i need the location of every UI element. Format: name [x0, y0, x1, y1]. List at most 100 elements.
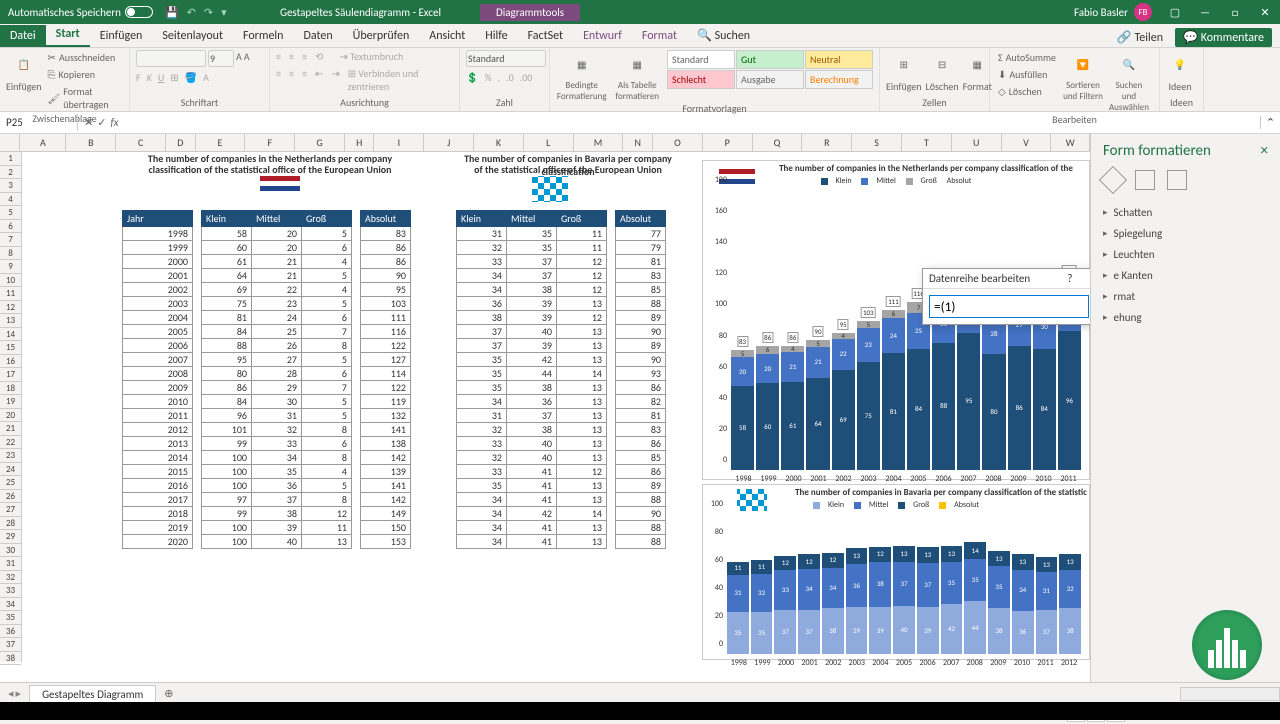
row-header[interactable]: 8 — [0, 247, 21, 261]
col-header[interactable]: Q — [753, 134, 803, 151]
find-icon[interactable]: 🔍 — [1115, 50, 1143, 78]
table-fmt-icon[interactable]: ▦ — [623, 50, 651, 78]
wrap-text-button[interactable]: ⇥ Textumbruch — [339, 50, 403, 63]
row-header[interactable]: 37 — [0, 638, 21, 652]
col-header[interactable]: K — [474, 134, 524, 151]
font-size[interactable] — [208, 50, 234, 67]
orientation-icon[interactable]: ⟲ — [315, 50, 323, 63]
sheet-tab-active[interactable]: Gestapeltes Diagramm — [29, 685, 156, 703]
size-props-icon[interactable] — [1167, 170, 1187, 190]
tab-view[interactable]: Ansicht — [419, 25, 475, 47]
pane-3dformat[interactable]: rmat — [1103, 286, 1268, 307]
conditional-fmt-icon[interactable]: ▦ — [568, 50, 596, 78]
row-header[interactable]: 17 — [0, 368, 21, 382]
row-header[interactable]: 35 — [0, 611, 21, 625]
pane-glow[interactable]: Leuchten — [1103, 244, 1268, 265]
table-bavaria[interactable]: KleinMittelGroßAbsolut313511773235117933… — [456, 210, 666, 549]
row-header[interactable]: 15 — [0, 341, 21, 355]
underline-icon[interactable]: U — [158, 71, 164, 84]
align-left-icon[interactable]: ≡ — [276, 67, 281, 93]
row-header[interactable]: 4 — [0, 193, 21, 207]
series-range-input[interactable] — [929, 295, 1089, 318]
tab-review[interactable]: Überprüfen — [343, 25, 420, 47]
row-header[interactable]: 6 — [0, 220, 21, 234]
row-header[interactable]: 2 — [0, 166, 21, 180]
col-header[interactable]: D — [166, 134, 196, 151]
col-header[interactable]: T — [902, 134, 952, 151]
autosum-button[interactable]: ΣAutoSumme — [996, 50, 1058, 65]
chart-bavaria[interactable]: The number of companies in Bavaria per c… — [702, 484, 1090, 660]
font-color-icon[interactable]: A — [203, 71, 209, 84]
row-header[interactable]: 19 — [0, 395, 21, 409]
row-header[interactable]: 7 — [0, 233, 21, 247]
cancel-formula-icon[interactable]: ✕ — [84, 116, 93, 129]
row-header[interactable]: 31 — [0, 557, 21, 571]
effects-icon[interactable] — [1135, 170, 1155, 190]
align-top-icon[interactable]: ≡ — [276, 50, 281, 63]
row-header[interactable]: 23 — [0, 449, 21, 463]
save-icon[interactable]: 💾 — [165, 6, 179, 19]
add-sheet-icon[interactable]: ⊕ — [164, 687, 173, 700]
comments-button[interactable]: 💬 Kommentare — [1175, 28, 1272, 47]
tab-design[interactable]: Entwurf — [573, 25, 632, 47]
style-calc[interactable]: Berechnung — [805, 70, 873, 89]
tab-data[interactable]: Daten — [293, 25, 342, 47]
fill-line-icon[interactable] — [1099, 166, 1127, 194]
worksheet-grid[interactable]: ABCDEFGHIJKLMNOPQRSTUVW 1234567891011121… — [0, 134, 1090, 682]
row-header[interactable]: 20 — [0, 409, 21, 423]
col-header[interactable]: E — [196, 134, 246, 151]
delete-cell-icon[interactable]: ⊟ — [928, 50, 956, 78]
row-header[interactable]: 3 — [0, 179, 21, 193]
row-header[interactable]: 16 — [0, 355, 21, 369]
ideas-icon[interactable]: 💡 — [1166, 50, 1194, 78]
col-header[interactable]: W — [1051, 134, 1090, 151]
row-header[interactable]: 14 — [0, 328, 21, 342]
fill-icon[interactable]: 🪣 — [185, 71, 197, 84]
col-header[interactable]: I — [374, 134, 424, 151]
col-header[interactable]: N — [623, 134, 653, 151]
row-header[interactable]: 12 — [0, 301, 21, 315]
row-header[interactable]: 1 — [0, 152, 21, 166]
comma-icon[interactable]: , — [498, 71, 501, 84]
accept-formula-icon[interactable]: ✓ — [97, 116, 106, 129]
name-box[interactable]: P25 — [0, 114, 78, 131]
pane-close-icon[interactable]: × — [1261, 142, 1268, 160]
currency-icon[interactable]: 💲 — [466, 71, 478, 84]
row-header[interactable]: 38 — [0, 652, 21, 666]
col-header[interactable]: U — [952, 134, 1002, 151]
row-header[interactable]: 13 — [0, 314, 21, 328]
dec-dec-icon[interactable]: .00 — [520, 71, 533, 84]
paste-icon[interactable]: 📋 — [10, 50, 38, 78]
row-header[interactable]: 22 — [0, 436, 21, 450]
pane-reflection[interactable]: Spiegelung — [1103, 223, 1268, 244]
align-bot-icon[interactable]: ≡ — [302, 50, 307, 63]
horizontal-scrollbar[interactable] — [1180, 687, 1280, 701]
align-mid-icon[interactable]: ≡ — [289, 50, 294, 63]
grow-font-icon[interactable]: A — [236, 50, 242, 67]
style-bad[interactable]: Schlecht — [667, 70, 735, 89]
tab-nav-prev-icon[interactable]: ◂ — [8, 687, 14, 700]
tab-help[interactable]: Hilfe — [475, 25, 517, 47]
row-header[interactable]: 36 — [0, 625, 21, 639]
col-header[interactable]: O — [653, 134, 703, 151]
align-center-icon[interactable]: ≡ — [289, 67, 294, 93]
tab-file[interactable]: Datei — [0, 25, 46, 47]
italic-icon[interactable]: K — [147, 71, 152, 84]
pane-edges[interactable]: e Kanten — [1103, 265, 1268, 286]
number-format-select[interactable] — [466, 50, 546, 67]
row-header[interactable]: 27 — [0, 503, 21, 517]
row-header[interactable]: 26 — [0, 490, 21, 504]
formula-bar[interactable] — [125, 121, 1260, 125]
row-header[interactable]: 30 — [0, 544, 21, 558]
col-header[interactable]: G — [295, 134, 345, 151]
tab-start[interactable]: Start — [46, 23, 90, 47]
col-header[interactable]: P — [703, 134, 753, 151]
row-header[interactable]: 33 — [0, 584, 21, 598]
col-header[interactable]: R — [802, 134, 852, 151]
row-header[interactable]: 29 — [0, 530, 21, 544]
tab-insert[interactable]: Einfügen — [90, 25, 153, 47]
minimize-icon[interactable]: — — [1190, 0, 1220, 24]
format-painter-button[interactable]: 🖌Format übertragen — [46, 84, 123, 112]
indent-dec-icon[interactable]: ⇤ — [315, 67, 323, 93]
align-right-icon[interactable]: ≡ — [302, 67, 307, 93]
